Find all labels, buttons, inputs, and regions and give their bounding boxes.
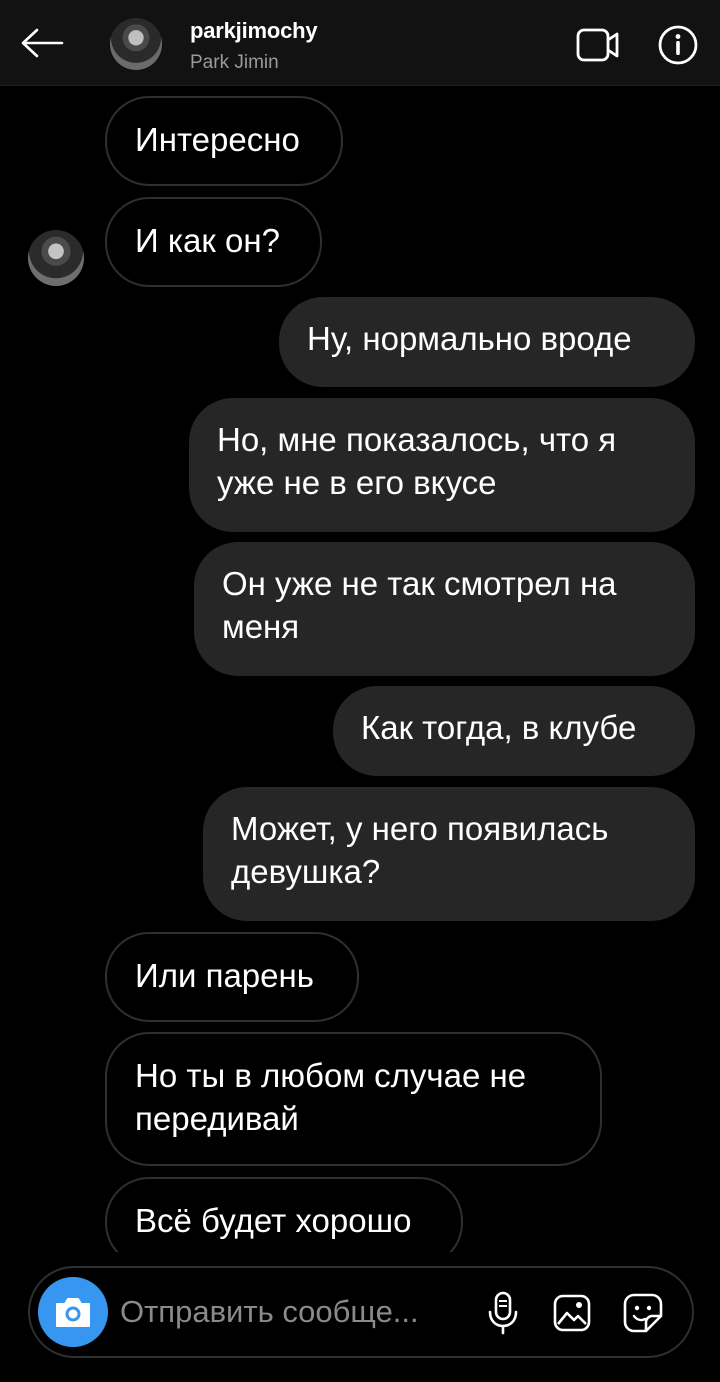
microphone-icon <box>488 1291 518 1335</box>
message-bubble[interactable]: Он уже не так смотрел на меня <box>194 542 695 676</box>
back-button[interactable] <box>14 20 70 66</box>
sender-avatar[interactable] <box>28 230 84 286</box>
image-icon <box>553 1294 591 1332</box>
message-bubble[interactable]: И как он? <box>105 197 322 287</box>
chat-display-name: Park Jimin <box>190 52 279 73</box>
camera-icon <box>56 1298 90 1327</box>
info-icon <box>658 25 698 65</box>
camera-button[interactable] <box>38 1277 108 1347</box>
gallery-button[interactable] <box>547 1288 597 1338</box>
message-list[interactable]: Интересно И как он? Ну, нормально вроде … <box>0 86 720 1252</box>
sticker-icon <box>623 1293 663 1333</box>
avatar[interactable] <box>110 18 162 70</box>
message-text: Но ты в любом случае не передивай <box>135 1057 527 1137</box>
message-text: Как тогда, в клубе <box>361 709 637 746</box>
message-text: Всё будет хорошо <box>135 1202 412 1239</box>
message-text: Он уже не так смотрел на меня <box>222 565 617 645</box>
info-button[interactable] <box>652 20 704 70</box>
arrow-left-icon <box>21 28 64 58</box>
sticker-button[interactable] <box>618 1288 668 1338</box>
message-bubble[interactable]: Ну, нормально вроде <box>279 297 695 387</box>
message-bubble[interactable]: Или парень <box>105 932 359 1022</box>
voice-message-button[interactable] <box>478 1288 528 1338</box>
message-text: Или парень <box>135 957 314 994</box>
chat-username[interactable]: parkjimochy <box>190 18 318 44</box>
chat-header: parkjimochy Park Jimin <box>0 0 720 86</box>
message-text: Может, у него появилась девушка? <box>231 810 609 890</box>
message-composer[interactable]: Отправить сообще... <box>28 1266 694 1358</box>
message-bubble[interactable]: Как тогда, в клубе <box>333 686 695 776</box>
message-text: Интересно <box>135 121 300 158</box>
video-camera-icon <box>576 28 619 62</box>
message-bubble[interactable]: Интересно <box>105 96 343 186</box>
message-bubble[interactable]: Может, у него появилась девушка? <box>203 787 695 921</box>
message-text: Но, мне показалось, что я уже не в его в… <box>217 421 617 501</box>
message-bubble[interactable]: Но, мне показалось, что я уже не в его в… <box>189 398 695 532</box>
message-text: Ну, нормально вроде <box>307 320 632 357</box>
message-bubble[interactable]: Но ты в любом случае не передивай <box>105 1032 602 1166</box>
message-bubble[interactable]: Всё будет хорошо <box>105 1177 463 1252</box>
message-input[interactable]: Отправить сообще... <box>120 1294 470 1330</box>
video-call-button[interactable] <box>570 22 626 68</box>
message-text: И как он? <box>135 222 280 259</box>
